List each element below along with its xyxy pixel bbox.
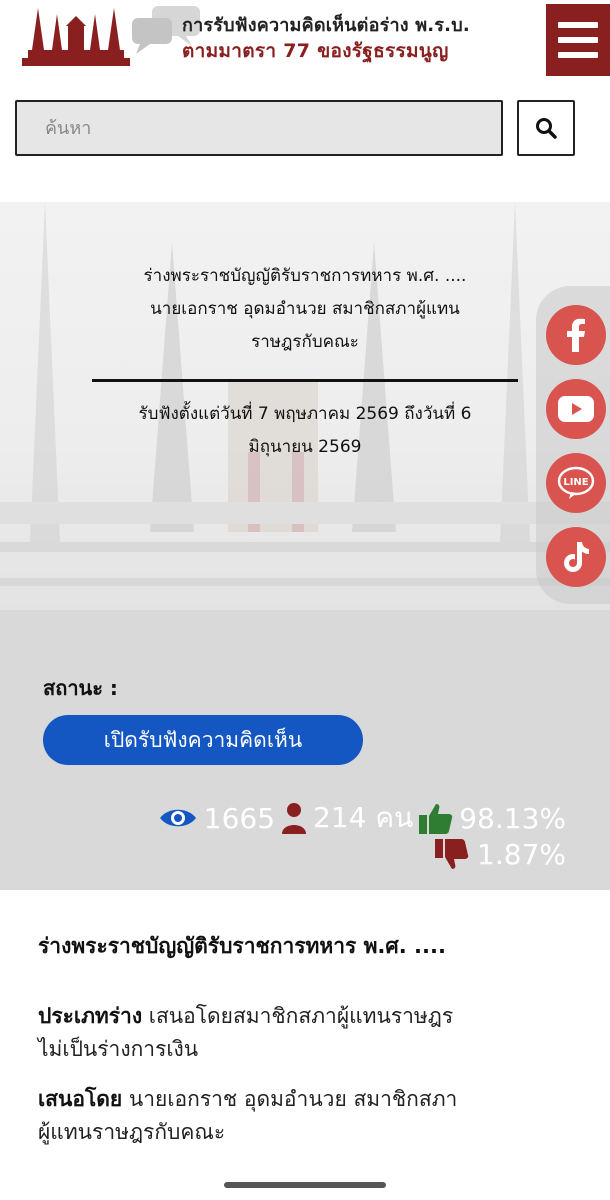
eye-icon [158, 805, 198, 831]
proposer-label: เสนอโดย [38, 1087, 123, 1111]
youtube-button[interactable] [546, 379, 606, 439]
participants-count: 214 คน [313, 801, 414, 834]
bill-type-value-cont: ไม่เป็นร่างการเงิน [38, 1037, 199, 1061]
menu-icon-bar [558, 52, 598, 58]
hero-period-line: มิถุนายน 2569 [248, 437, 362, 457]
bill-type-label: ประเภทร่าง [38, 1004, 143, 1028]
header-title-line1: การรับฟังความคิดเห็นต่อร่าง พ.ร.บ. [182, 15, 470, 36]
page: การรับฟังความคิดเห็นต่อร่าง พ.ร.บ. ตามมา… [0, 0, 610, 1200]
youtube-icon [558, 396, 594, 422]
menu-icon-bar [558, 37, 598, 43]
bill-type-value: เสนอโดยสมาชิกสภาผู้แทนราษฎร [148, 1004, 454, 1028]
home-indicator[interactable] [224, 1182, 386, 1188]
search-input[interactable] [15, 100, 503, 156]
thumbs-up-icon [419, 802, 453, 834]
hero-divider [92, 379, 518, 382]
hero-period: รับฟังตั้งแต่วันที่ 7 พฤษภาคม 2569 ถึงวั… [95, 398, 515, 464]
stats-row: 1665 214 คน 98.13% [158, 796, 566, 840]
line-icon: LINE [557, 466, 595, 499]
views-count: 1665 [203, 801, 276, 835]
bill-type: ประเภทร่าง เสนอโดยสมาชิกสภาผู้แทนราษฎร ไ… [38, 1000, 578, 1066]
status-badge[interactable]: เปิดรับฟังความคิดเห็น [43, 715, 363, 765]
hamburger-menu-button[interactable] [546, 4, 610, 76]
tiktok-button[interactable] [546, 527, 606, 587]
status-section: สถานะ : เปิดรับฟังความคิดเห็น 1665 214 ค… [0, 610, 610, 890]
user-icon [281, 802, 307, 834]
disagree-percent: 1.87% [477, 838, 566, 871]
site-header: การรับฟังความคิดเห็นต่อร่าง พ.ร.บ. ตามมา… [0, 0, 610, 86]
bill-title: ร่างพระราชบัญญัติรับราชการทหาร พ.ศ. .... [38, 934, 446, 958]
status-label: สถานะ : [43, 676, 118, 700]
header-title-line2: ตามมาตรา 77 ของรัฐธรรมนูญ [182, 40, 449, 62]
democracy-monument-logo[interactable] [22, 0, 130, 66]
hero-bill-title: ร่างพระราชบัญญัติรับราชการทหาร พ.ศ. ....… [0, 260, 610, 359]
line-icon-text: LINE [563, 477, 588, 488]
tiktok-icon [564, 542, 589, 572]
thumbs-down-icon [435, 838, 469, 871]
hero-title-line: นายเอกราช อุดมอำนวย สมาชิกสภาผู้แทน [150, 299, 460, 319]
agree-percent: 98.13% [459, 801, 566, 835]
hero-title-line: ราษฎรกับคณะ [251, 332, 359, 352]
menu-icon-bar [558, 22, 598, 28]
hero-title-line: ร่างพระราชบัญญัติรับราชการทหาร พ.ศ. .... [143, 266, 467, 286]
proposer-value-cont: ผู้แทนราษฎรกับคณะ [38, 1120, 226, 1144]
facebook-button[interactable] [546, 305, 606, 365]
search-button[interactable] [517, 100, 575, 156]
hero-banner: ร่างพระราชบัญญัติรับราชการทหาร พ.ศ. ....… [0, 202, 610, 610]
facebook-icon [567, 318, 585, 352]
proposer-value: นายเอกราช อุดมอำนวย สมาชิกสภา [128, 1087, 458, 1111]
hero-period-line: รับฟังตั้งแต่วันที่ 7 พฤษภาคม 2569 ถึงวั… [138, 404, 472, 424]
line-button[interactable]: LINE [546, 453, 606, 513]
bill-proposer: เสนอโดย นายเอกราช อุดมอำนวย สมาชิกสภา ผู… [38, 1083, 578, 1149]
stats-row-disagree: 1.87% [435, 838, 566, 871]
search-icon [536, 118, 557, 139]
